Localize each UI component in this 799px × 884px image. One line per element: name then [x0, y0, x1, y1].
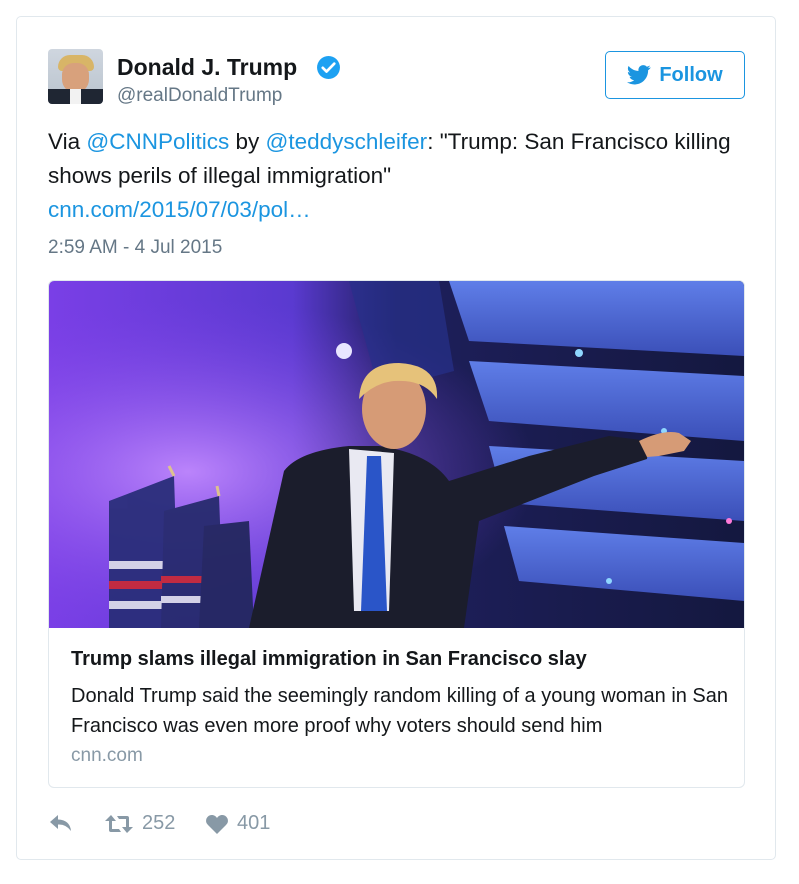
mention-cnnpolitics-link[interactable]: @CNNPolitics: [86, 129, 229, 154]
twitter-bird-icon: [627, 65, 651, 85]
tweet-embed: Donald J. Trump @realDonaldTrump Follow …: [16, 16, 776, 860]
follow-button[interactable]: Follow: [605, 51, 745, 99]
tweet-timestamp[interactable]: 2:59 AM - 4 Jul 2015: [48, 237, 222, 259]
card-image[interactable]: [49, 281, 744, 628]
card-domain: cnn.com: [71, 745, 143, 766]
heart-icon: [206, 814, 228, 834]
user-handle[interactable]: @realDonaldTrump: [117, 85, 282, 107]
reply-icon: [50, 815, 71, 831]
mention-teddyschleifer-link[interactable]: @teddyschleifer: [266, 129, 428, 154]
user-avatar[interactable]: [48, 49, 103, 104]
retweet-icon: [105, 814, 133, 833]
link-card[interactable]: Trump slams illegal immigration in San F…: [48, 280, 745, 788]
reply-button[interactable]: [48, 812, 74, 834]
tweet-text-by: by: [229, 129, 266, 154]
tweet-text: Via @CNNPolitics by @teddyschleifer: "Tr…: [48, 125, 748, 227]
avatar-shirt: [70, 89, 81, 104]
tweet-url-link[interactable]: cnn.com/2015/07/03/pol…: [48, 197, 311, 222]
retweet-button[interactable]: 252: [104, 812, 175, 835]
tweet-text-prefix: Via: [48, 129, 87, 154]
follow-label: Follow: [659, 63, 723, 86]
verified-badge-icon: [317, 56, 340, 79]
user-name[interactable]: Donald J. Trump: [117, 54, 297, 81]
like-button[interactable]: 401: [205, 812, 270, 835]
retweet-count: 252: [142, 812, 176, 834]
like-count: 401: [237, 812, 271, 834]
card-description: Donald Trump said the seemingly random k…: [71, 685, 729, 737]
card-title[interactable]: Trump slams illegal immigration in San F…: [71, 648, 587, 671]
